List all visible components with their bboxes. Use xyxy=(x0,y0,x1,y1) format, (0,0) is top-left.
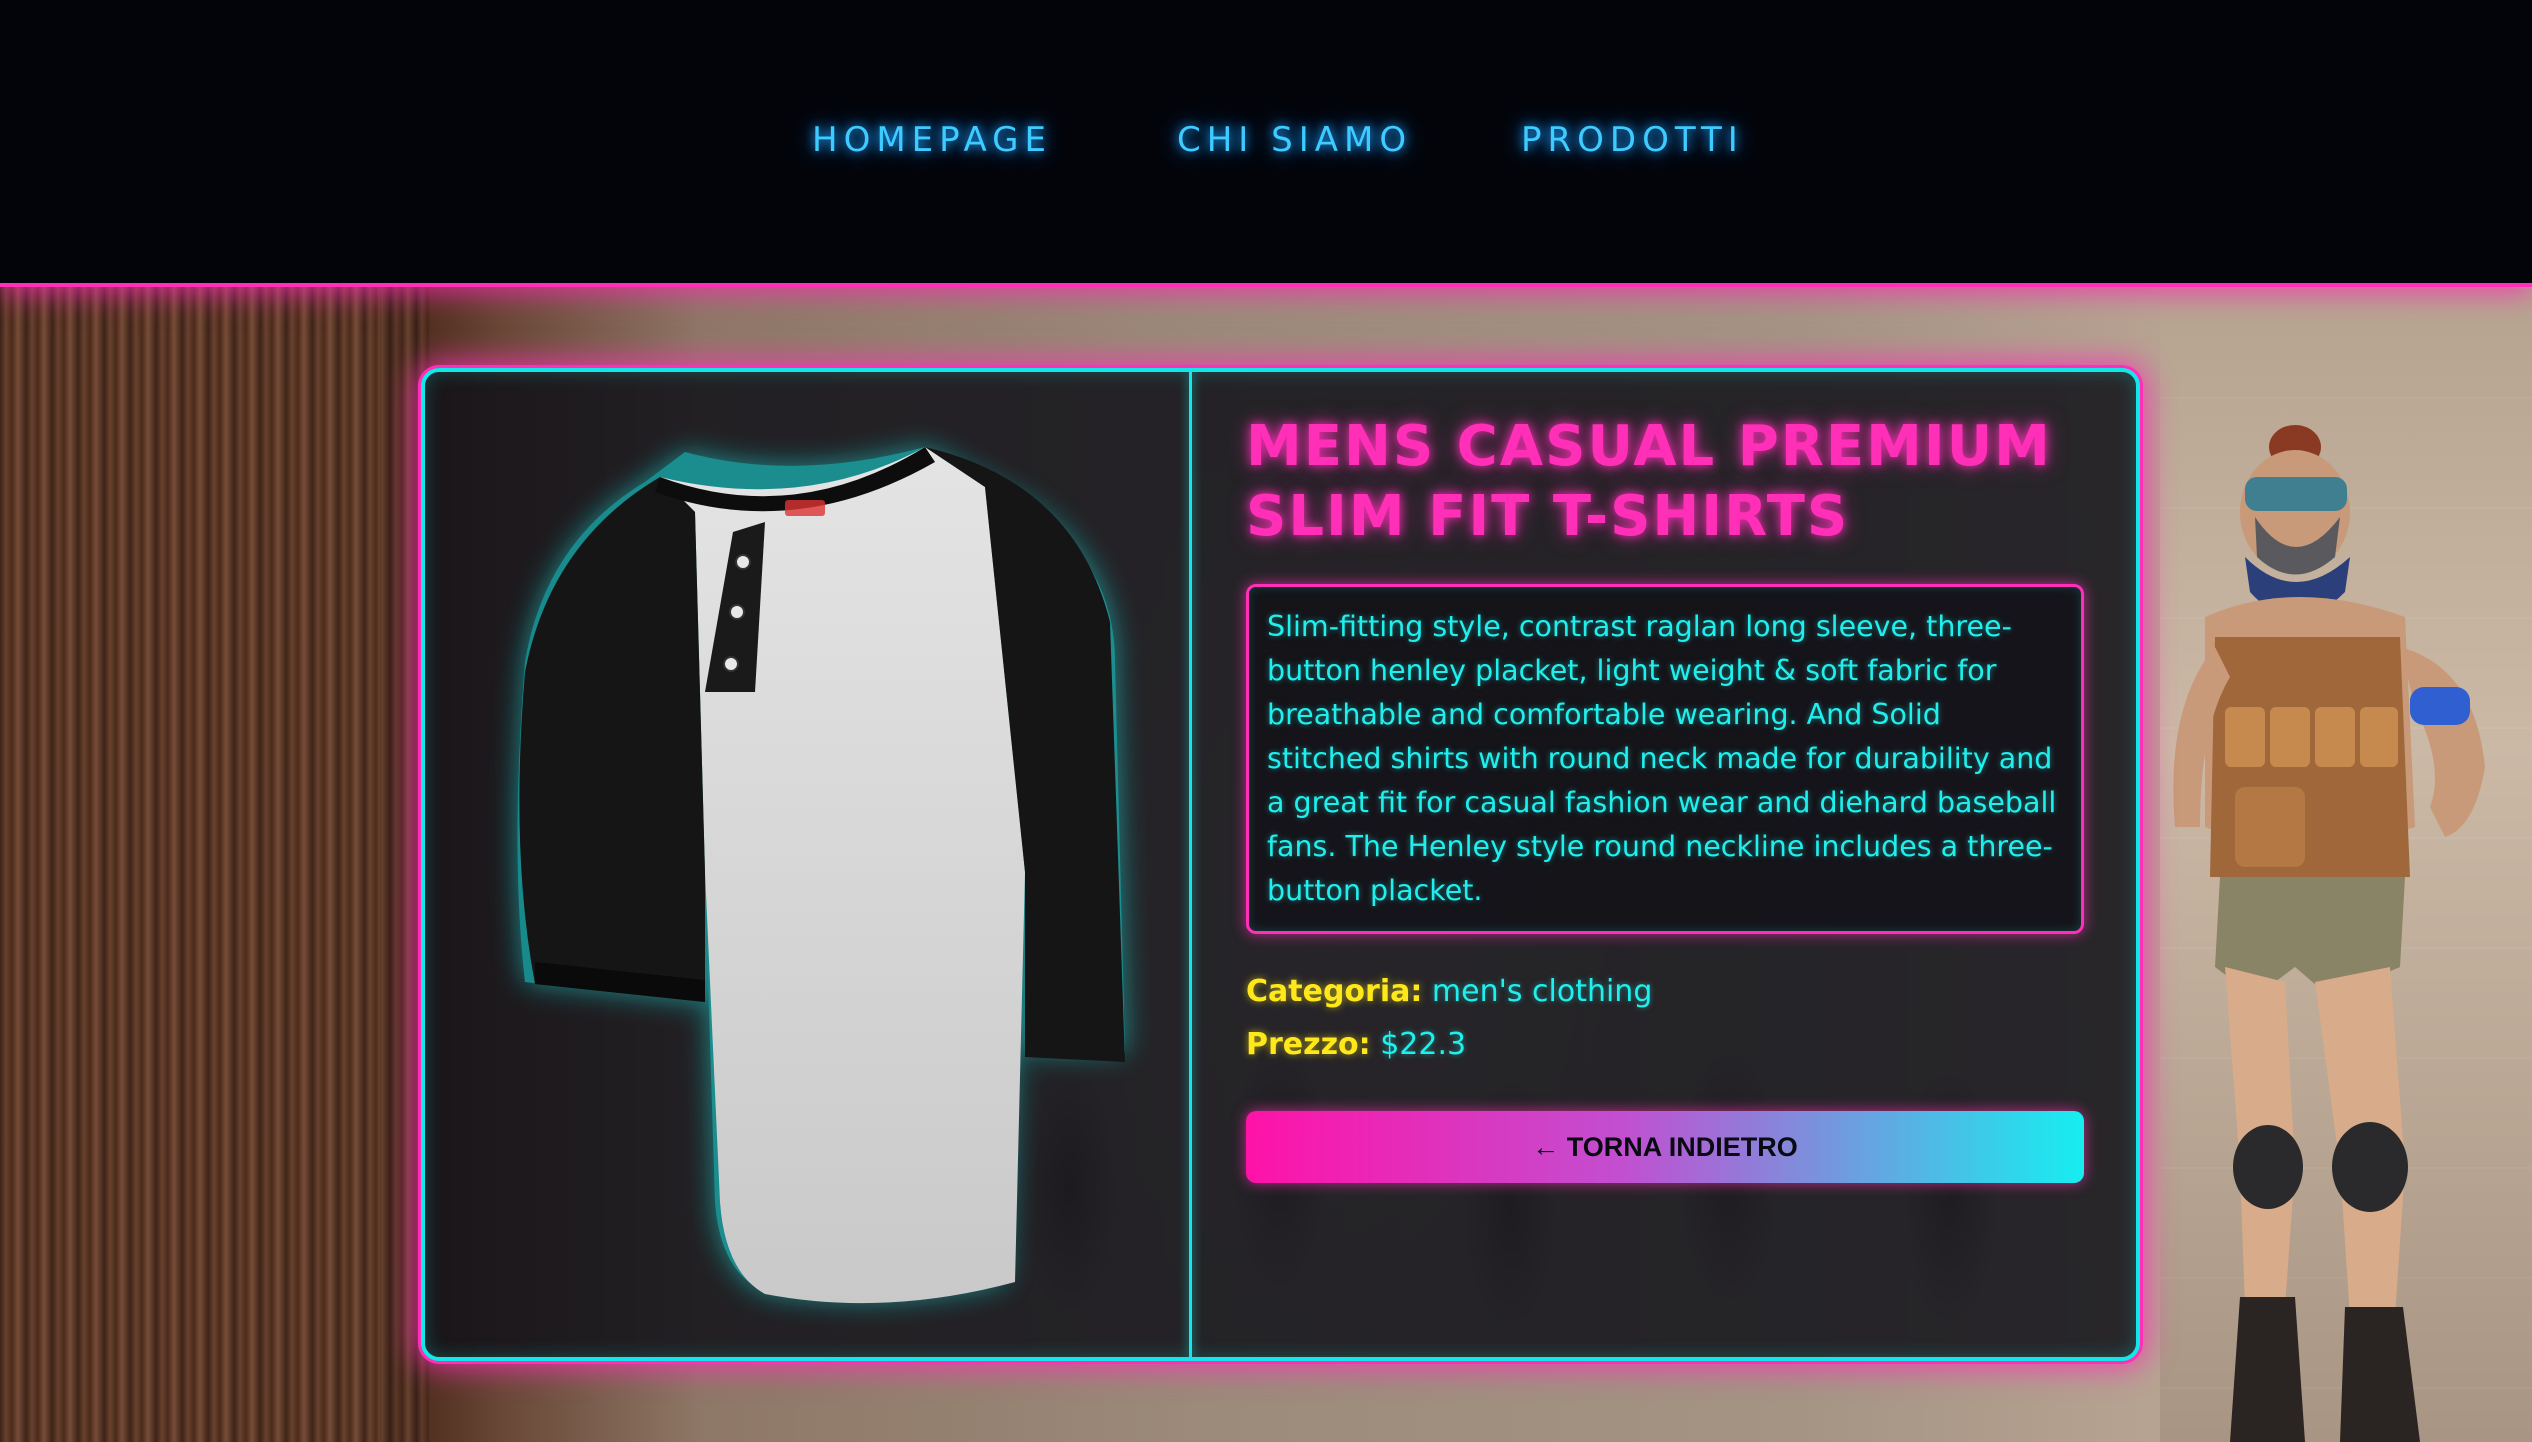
category-row: Categoria: men's clothing xyxy=(1246,972,2086,1012)
description-box: Slim-fitting style, contrast raglan long… xyxy=(1246,584,2084,934)
category-value: men's clothing xyxy=(1431,974,1653,1009)
nav-link-prodotti[interactable]: PRODOTTI xyxy=(1521,120,1744,160)
price-value: $22.3 xyxy=(1380,1027,1467,1062)
product-card: MENS CASUAL PREMIUM SLIM FIT T-SHIRTS Sl… xyxy=(421,368,2140,1361)
product-title: MENS CASUAL PREMIUM SLIM FIT T-SHIRTS xyxy=(1246,414,2052,549)
price-label: Prezzo: xyxy=(1246,1027,1371,1062)
top-navbar: HOMEPAGE CHI SIAMO PRODOTTI xyxy=(0,0,2532,287)
corrugated-wall xyxy=(0,287,430,1442)
nav-links: HOMEPAGE CHI SIAMO PRODOTTI xyxy=(0,120,2532,164)
character-illustration xyxy=(2173,425,2485,1442)
nav-link-chi-siamo[interactable]: CHI SIAMO xyxy=(1177,120,1412,160)
nav-link-homepage[interactable]: HOMEPAGE xyxy=(812,120,1052,160)
product-description: Slim-fitting style, contrast raglan long… xyxy=(1267,610,2057,907)
price-row: Prezzo: $22.3 xyxy=(1246,1025,2086,1065)
category-label: Categoria: xyxy=(1246,974,1423,1009)
product-detail-page: HOMEPAGE CHI SIAMO PRODOTTI MENS CASUAL … xyxy=(0,0,2532,1442)
card-divider xyxy=(1189,372,1192,1357)
back-button[interactable]: ← TORNA INDIETRO xyxy=(1246,1111,2084,1183)
henley-raglan-shirt-image xyxy=(517,447,1125,1304)
